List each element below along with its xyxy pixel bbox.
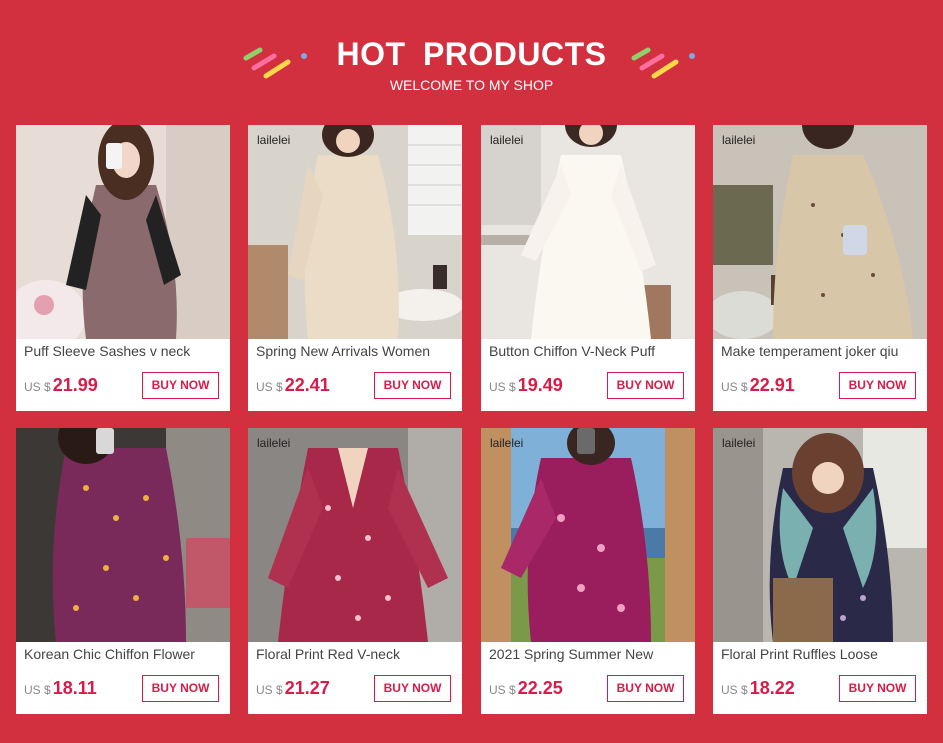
product-price: US $19.49 bbox=[489, 375, 563, 396]
product-image[interactable] bbox=[481, 428, 695, 642]
product-image[interactable] bbox=[16, 125, 230, 339]
product-image[interactable] bbox=[713, 428, 927, 642]
product-name[interactable]: Make temperament joker qiu bbox=[721, 343, 921, 359]
product-image[interactable] bbox=[481, 125, 695, 339]
currency-label: US $ bbox=[489, 380, 516, 394]
brand-label: lailelei bbox=[257, 133, 291, 147]
product-price: US $21.27 bbox=[256, 678, 330, 699]
product-card[interactable]: Korean Chic Chiffon Flower US $18.11 BUY… bbox=[16, 428, 230, 714]
brand-label: lailelei bbox=[722, 133, 756, 147]
product-card[interactable]: lailelei Spring New Arrivals Women US $2… bbox=[248, 125, 462, 411]
shop-page: HOT PRODUCTS WELCOME TO MY SHOP Puff Sle… bbox=[0, 0, 943, 743]
brand-label: lailelei bbox=[257, 436, 291, 450]
right-decoration-icon bbox=[631, 47, 695, 79]
page-title: HOT PRODUCTS bbox=[336, 36, 607, 72]
product-price: US $21.99 bbox=[24, 375, 98, 396]
currency-label: US $ bbox=[256, 683, 283, 697]
price-value: 18.11 bbox=[52, 678, 97, 698]
buy-now-button[interactable]: BUY NOW bbox=[142, 675, 219, 702]
buy-now-button[interactable]: BUY NOW bbox=[142, 372, 219, 399]
product-image[interactable] bbox=[248, 125, 462, 339]
brand-label: lailelei bbox=[490, 436, 524, 450]
product-price: US $18.11 bbox=[24, 678, 97, 699]
product-name[interactable]: Spring New Arrivals Women bbox=[256, 343, 456, 359]
page-subtitle: WELCOME TO MY SHOP bbox=[389, 77, 554, 93]
product-image[interactable] bbox=[713, 125, 927, 339]
product-name[interactable]: Floral Print Ruffles Loose bbox=[721, 646, 921, 662]
product-name[interactable]: Button Chiffon V-Neck Puff bbox=[489, 343, 689, 359]
price-value: 22.91 bbox=[749, 375, 795, 395]
price-value: 21.27 bbox=[284, 678, 330, 698]
currency-label: US $ bbox=[24, 683, 51, 697]
product-image[interactable] bbox=[248, 428, 462, 642]
product-image[interactable] bbox=[16, 428, 230, 642]
product-name[interactable]: Korean Chic Chiffon Flower bbox=[24, 646, 224, 662]
product-card[interactable]: lailelei Button Chiffon V-Neck Puff US $… bbox=[481, 125, 695, 411]
product-name[interactable]: Floral Print Red V-neck bbox=[256, 646, 456, 662]
buy-now-button[interactable]: BUY NOW bbox=[607, 372, 684, 399]
product-card[interactable]: lailelei Make temperament joker qiu US $… bbox=[713, 125, 927, 411]
buy-now-button[interactable]: BUY NOW bbox=[374, 372, 451, 399]
currency-label: US $ bbox=[489, 683, 516, 697]
buy-now-button[interactable]: BUY NOW bbox=[607, 675, 684, 702]
price-value: 22.25 bbox=[517, 678, 563, 698]
brand-label: lailelei bbox=[490, 133, 524, 147]
currency-label: US $ bbox=[256, 380, 283, 394]
currency-label: US $ bbox=[721, 683, 748, 697]
product-price: US $22.41 bbox=[256, 375, 330, 396]
product-name[interactable]: Puff Sleeve Sashes v neck bbox=[24, 343, 224, 359]
product-price: US $18.22 bbox=[721, 678, 795, 699]
product-card[interactable]: Puff Sleeve Sashes v neck US $21.99 BUY … bbox=[16, 125, 230, 411]
brand-label: lailelei bbox=[722, 436, 756, 450]
price-value: 21.99 bbox=[52, 375, 98, 395]
price-value: 18.22 bbox=[749, 678, 795, 698]
price-value: 22.41 bbox=[284, 375, 330, 395]
price-value: 19.49 bbox=[517, 375, 563, 395]
buy-now-button[interactable]: BUY NOW bbox=[839, 675, 916, 702]
product-name[interactable]: 2021 Spring Summer New bbox=[489, 646, 689, 662]
product-card[interactable]: lailelei 2021 Spring Summer New US $22.2… bbox=[481, 428, 695, 714]
currency-label: US $ bbox=[24, 380, 51, 394]
product-price: US $22.25 bbox=[489, 678, 563, 699]
buy-now-button[interactable]: BUY NOW bbox=[839, 372, 916, 399]
product-card[interactable]: lailelei Floral Print Red V-neck US $21.… bbox=[248, 428, 462, 714]
product-price: US $22.91 bbox=[721, 375, 795, 396]
currency-label: US $ bbox=[721, 380, 748, 394]
product-card[interactable]: lailelei Floral Print Ruffles Loose US $… bbox=[713, 428, 927, 714]
buy-now-button[interactable]: BUY NOW bbox=[374, 675, 451, 702]
section-header: HOT PRODUCTS WELCOME TO MY SHOP bbox=[0, 0, 943, 112]
